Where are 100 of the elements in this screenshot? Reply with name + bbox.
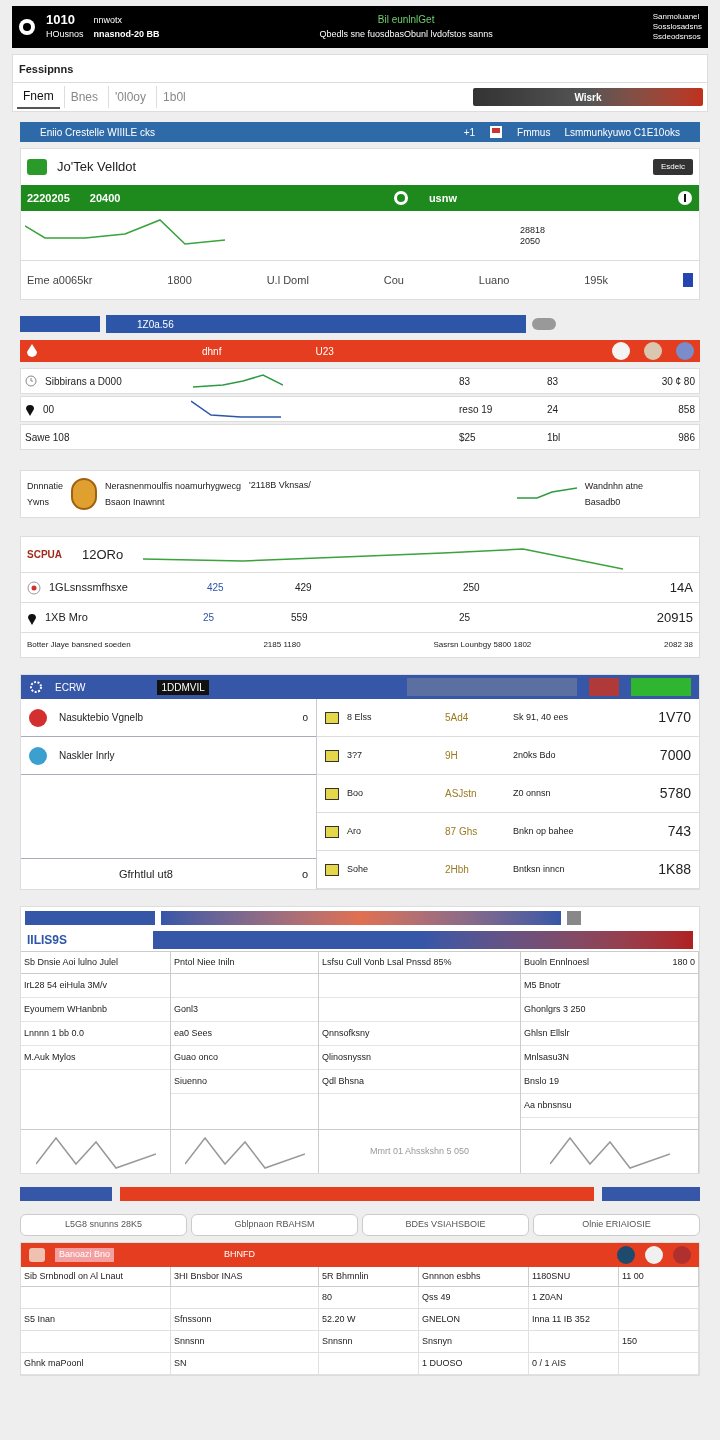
column-heading: Gnnnon esbhs (422, 1269, 481, 1283)
tab[interactable]: 1b0l (156, 86, 192, 108)
table-cell: Mnlsasu3N (521, 1046, 698, 1070)
header-label: nnwotx (93, 14, 124, 27)
table-cell: M5 Bnotr (521, 974, 698, 998)
list-item[interactable]: Naskler Inrly (21, 737, 316, 775)
avatar-icon (617, 1246, 635, 1264)
table-cell: Qnnsofksny (319, 1022, 520, 1046)
action-button[interactable]: Wisrk (473, 88, 703, 106)
filter-chip[interactable]: Gblpnaon RBAHSM (191, 1214, 358, 1236)
row-value: 559 (291, 611, 309, 625)
search-field[interactable]: 1Z0a.56 (106, 315, 526, 333)
header-value: nnasnod-20 BB (93, 28, 160, 41)
table-cell: Inna 11 IB 352 (529, 1309, 619, 1331)
order-value: 1K88 (658, 860, 691, 879)
header-title: ECRW (55, 680, 86, 695)
toolbar-label: Banoazi Bno (55, 1248, 115, 1262)
row-value: 425 (207, 581, 225, 595)
column-heading: 180 0 (672, 955, 695, 969)
order-name: Aro (347, 824, 362, 838)
filter-chip[interactable]: BDEs VSIAHSBOIE (362, 1214, 529, 1236)
column-heading: 5R Bhmnlin (322, 1269, 369, 1283)
tab[interactable]: Fnem (17, 85, 60, 109)
row-value: 429 (295, 581, 313, 595)
subtitle: HOusnos (46, 28, 84, 41)
table-cell: Qdl Bhsna (319, 1070, 520, 1094)
table-cell: Eyoumem WHanbnb (21, 998, 170, 1022)
column-heading: Lsfsu Cull Vonb Lsal Pnssd 85% (322, 955, 452, 969)
order-value: 7000 (659, 746, 691, 765)
column-heading: 3HI Bnsbor INAS (174, 1269, 243, 1283)
footer-text: Mmrt 01 Ahsskshn 5 050 (369, 1144, 470, 1158)
card-title: Fessipnns (13, 55, 707, 83)
table-cell: Ghlsn Ellslr (521, 1022, 698, 1046)
filter-chip[interactable]: Olnie ERIAIOSIE (533, 1214, 700, 1236)
tab[interactable]: '0l0oy (108, 86, 153, 108)
row-total: 30 ¢ 80 (660, 374, 695, 389)
trend-sub: Basadb0 (584, 496, 622, 509)
profile-text: Nerasnenmoulfis noamurhygwecg (105, 480, 242, 493)
row-value: 25 (459, 611, 472, 625)
header-info: Sosslosadsns (652, 22, 702, 32)
toolbar-chip (631, 678, 691, 696)
info-count: +1 (463, 125, 476, 140)
order-value: 743 (667, 822, 691, 841)
table-cell: Lnnnn 1 bb 0.0 (21, 1022, 170, 1046)
row-value: 83 (459, 374, 472, 389)
table-cell: Qss 49 (419, 1287, 529, 1309)
table-cell: Snnsnn (319, 1331, 419, 1353)
column-heading: Buoln Ennlnoesl (524, 955, 590, 969)
order-code: 87 Ghs (445, 825, 479, 839)
toolbar-code: BHNFD (224, 1248, 256, 1262)
bookmark-icon (683, 273, 693, 287)
profile-text: Bsaon Inawnnt (105, 496, 166, 509)
table-cell: Aa nbnsnsu (521, 1094, 698, 1118)
flag-icon (489, 125, 504, 139)
table-cell: 80 (319, 1287, 419, 1309)
band-label: usnw (428, 190, 457, 206)
order-name: 8 Elss (347, 710, 373, 724)
toggle-icon (532, 318, 556, 330)
table-cell: GNELON (419, 1309, 529, 1331)
table-cell: SN (171, 1353, 319, 1375)
table-cell: ea0 Sees (171, 1022, 318, 1046)
card-action-button[interactable]: Esdeic (653, 159, 693, 175)
list-footer: Gfrhtlul ut8 o (21, 859, 316, 889)
band-value: 20400 (89, 190, 121, 206)
package-icon (325, 787, 339, 800)
package-icon (325, 863, 339, 876)
row-label: 00 (43, 402, 56, 417)
order-detail: 2n0ks Bdo (513, 748, 557, 762)
table-cell: Qlinosnyssn (319, 1046, 520, 1070)
column-heading: Sib Srnbnodl on Al Lnaut (24, 1269, 124, 1283)
order-value: 1V70 (658, 708, 691, 727)
table-cell: Snsnyn (419, 1331, 529, 1353)
order-name: Boo (347, 786, 364, 800)
avatar-icon (676, 342, 694, 360)
toggle-icon (567, 911, 581, 925)
header-info: Ssdeodsnsos (652, 32, 702, 42)
table-cell: 150 (619, 1331, 699, 1353)
logo-text: 1010 (46, 13, 76, 27)
tab[interactable]: Bnes (63, 86, 105, 108)
clock-icon (25, 375, 37, 387)
list-item[interactable]: Nasuktebio Vgnelb o (21, 699, 316, 737)
table-cell: Ghonlgrs 3 250 (521, 998, 698, 1022)
column-heading: Pntol Niee Iniln (174, 955, 235, 969)
row-label: 1XB Mro (45, 610, 89, 626)
avatar-icon (644, 342, 662, 360)
price-text: 12ORo (82, 545, 124, 564)
row-label: Sawe 108 (25, 430, 71, 445)
summary-value: U.l Doml (266, 272, 309, 288)
trend-label: Wandnhn atne (584, 480, 643, 493)
header-text: Qbedls sne fuosdbasObunl lvdofstos sanns (319, 28, 493, 41)
logo-icon (18, 18, 36, 36)
order-detail: Bnkn op bahee (513, 824, 575, 838)
order-code: 9H (445, 749, 459, 763)
header-title: Bil eunlnlGet (377, 13, 435, 27)
row-value: 24 (547, 402, 560, 417)
filter-chip[interactable]: L5G8 snunns 28K5 (20, 1214, 187, 1236)
column-heading: 11 00 (622, 1269, 644, 1283)
toolbar-chip (589, 678, 619, 696)
avatar-icon (673, 1246, 691, 1264)
footer-text: Sasrsn Lounbgy 5800 1802 (433, 639, 532, 651)
